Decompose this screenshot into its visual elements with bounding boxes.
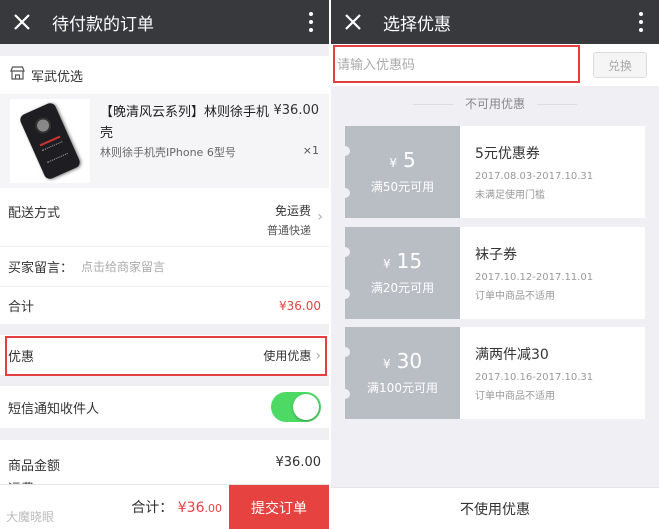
shop-name: 军武优选	[31, 69, 84, 85]
coupon-topbar: 选择优惠	[331, 0, 659, 44]
page-title: 选择优惠	[383, 14, 451, 35]
coupon-condition: 满50元可用	[370, 180, 435, 194]
sms-notify-row: 短信通知收件人	[0, 386, 329, 428]
product-spec: 林则徐手机壳IPhone 6型号	[100, 146, 236, 159]
highlight-box	[333, 45, 580, 83]
no-coupon-button[interactable]: 不使用优惠	[331, 487, 659, 529]
shipping-method: 普通快递	[267, 224, 311, 237]
shop-header[interactable]: 军武优选	[0, 56, 329, 94]
buyer-message-label: 买家留言：	[8, 261, 74, 276]
coupon-card[interactable]: ¥5 满50元可用 5元优惠券 2017.08.03-2017.10.31 未满…	[340, 126, 645, 218]
coupon-amount: 30	[396, 349, 423, 373]
coupon-amount: 15	[396, 249, 423, 273]
coupon-stub: ¥5 满50元可用	[345, 126, 460, 218]
coupon-note: 订单中商品不适用	[475, 291, 555, 302]
shipping-fee: 免运费	[274, 204, 311, 218]
coupon-panel: 选择优惠 兑换 不可用优惠 ¥5 满50元可用 5元优惠券 2017.08.03…	[331, 0, 659, 529]
order-total-amount: ¥36	[177, 500, 205, 516]
shipping-label: 配送方式	[8, 206, 61, 221]
order-total-label: 合计：	[131, 500, 174, 516]
subtotal-row: 合计 ¥36.00	[0, 286, 329, 324]
sms-notify-label: 短信通知收件人	[8, 401, 100, 417]
goods-amount-value: ¥36.00	[275, 455, 322, 470]
order-topbar: 待付款的订单	[0, 0, 329, 44]
coupon-card[interactable]: ¥30 满100元可用 满两件减30 2017.10.16-2017.10.31…	[340, 327, 645, 419]
watermark: 大魔晓眼	[6, 510, 55, 524]
sms-notify-toggle[interactable]	[271, 392, 321, 422]
product-name: 【晚清风云系列】林则徐手机壳	[100, 105, 270, 141]
product-item[interactable]: 【晚清风云系列】林则徐手机壳 林则徐手机壳IPhone 6型号 ¥36.00 ×…	[0, 94, 329, 188]
product-image	[10, 99, 90, 183]
coupon-date: 2017.10.12-2017.11.01	[475, 272, 594, 283]
coupon-date: 2017.08.03-2017.10.31	[475, 171, 594, 182]
order-total: 合计： ¥36.00	[131, 497, 222, 517]
close-icon[interactable]	[0, 13, 44, 31]
chevron-right-icon: ›	[317, 209, 323, 225]
subtotal-label: 合计	[8, 300, 35, 315]
coupon-name: 袜子券	[475, 247, 517, 263]
subtotal-amount: ¥36.00	[279, 298, 321, 313]
coupon-condition: 满20元可用	[370, 281, 435, 295]
coupon-amount: 5	[402, 148, 416, 172]
page-title: 待付款的订单	[52, 14, 154, 35]
order-total-cents: .00	[204, 502, 223, 515]
coupon-condition: 满100元可用	[367, 381, 438, 395]
shop-icon	[10, 66, 25, 84]
close-icon[interactable]	[331, 13, 375, 31]
submit-order-button[interactable]: 提交订单	[229, 485, 329, 529]
coupon-stub: ¥15 满20元可用	[345, 227, 460, 319]
coupon-name: 满两件减30	[475, 347, 549, 363]
buyer-message-row[interactable]: 买家留言： 点击给商家留言	[0, 246, 329, 286]
coupon-note: 订单中商品不适用	[475, 391, 555, 402]
more-menu-icon[interactable]	[309, 12, 313, 32]
goods-amount-label: 商品金额	[8, 459, 61, 474]
coupon-name: 5元优惠券	[475, 146, 540, 162]
more-menu-icon[interactable]	[639, 12, 643, 32]
highlight-box	[5, 336, 327, 376]
unavailable-section-label: 不可用优惠	[331, 95, 659, 112]
coupon-date: 2017.10.16-2017.10.31	[475, 372, 594, 383]
redeem-button[interactable]: 兑换	[593, 52, 647, 78]
coupon-stub: ¥30 满100元可用	[345, 327, 460, 419]
product-quantity: ×1	[302, 144, 319, 157]
coupon-note: 未满足使用门槛	[475, 190, 545, 201]
order-panel: 待付款的订单 军武优选 【晚清风云系列】林则徐手机壳 林则徐手机壳IPhone …	[0, 0, 329, 529]
coupon-card[interactable]: ¥15 满20元可用 袜子券 2017.10.12-2017.11.01 订单中…	[340, 227, 645, 319]
buyer-message-input[interactable]: 点击给商家留言	[81, 258, 165, 275]
shipping-method-row[interactable]: 配送方式 免运费 普通快递 ›	[0, 188, 329, 246]
product-price: ¥36.00	[273, 103, 320, 118]
